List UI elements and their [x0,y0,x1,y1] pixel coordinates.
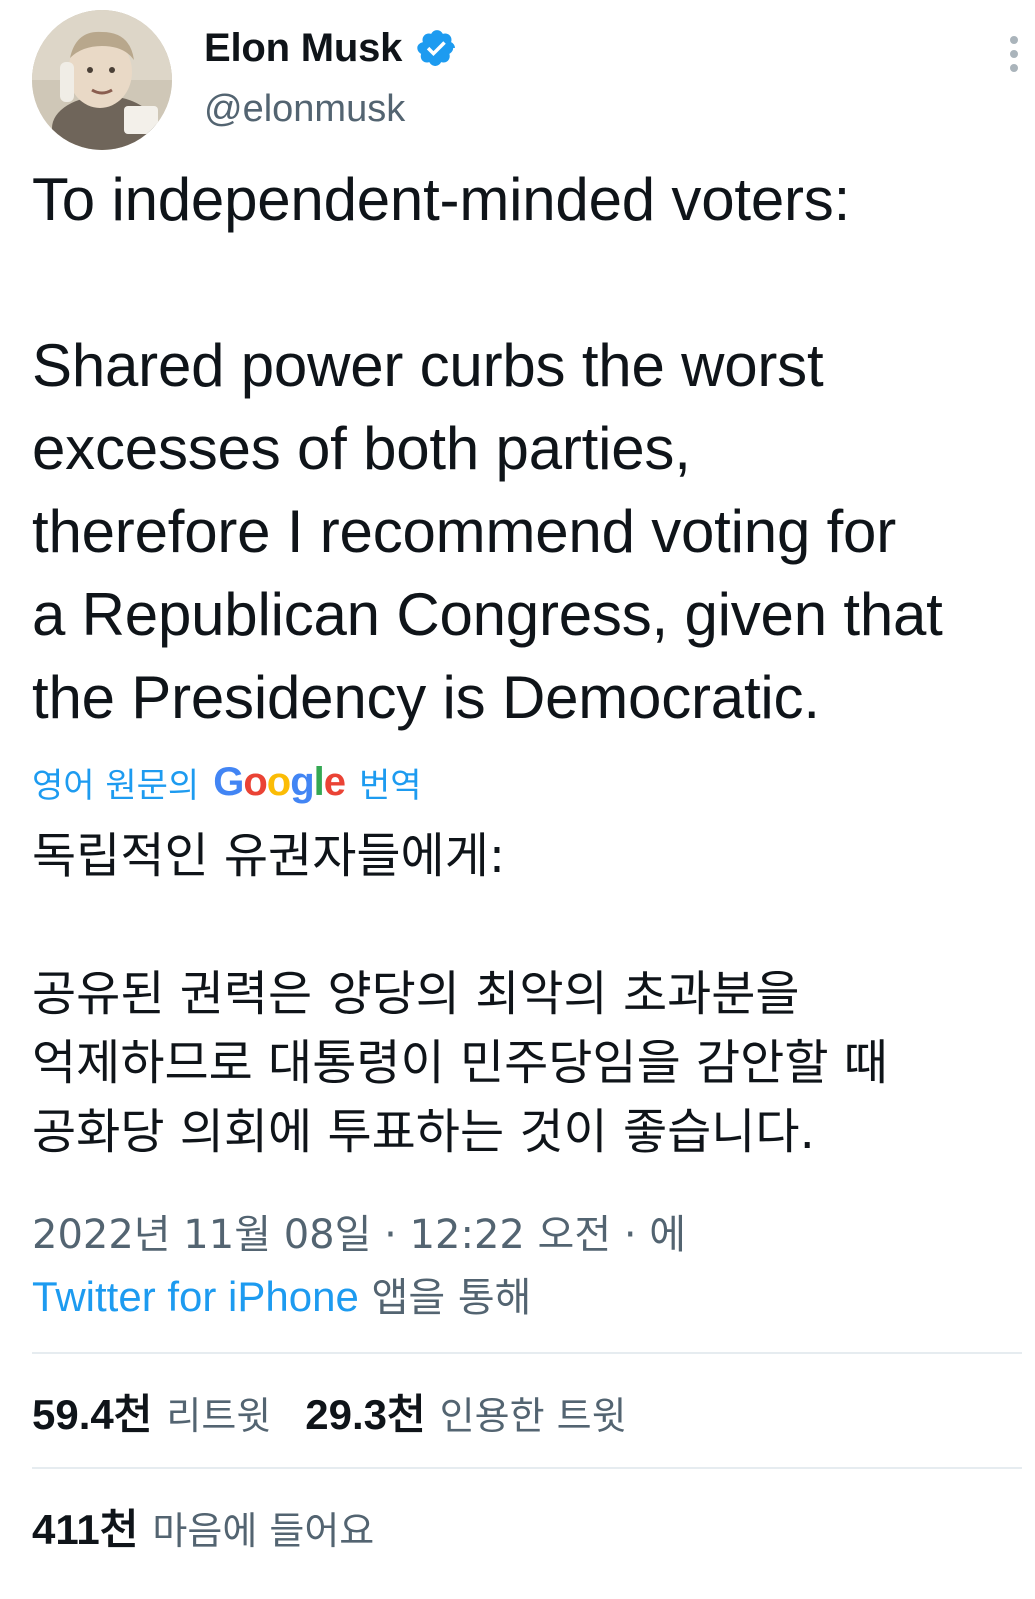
translation-suffix: 번역 [359,765,422,806]
retweets-stat[interactable]: 59.4천 리트윗 [32,1381,271,1442]
quotes-count: 29.3천 [305,1390,426,1438]
tweet-timestamp[interactable]: 2022년 11월 08일 · 12:22 오전 · 에 [32,1204,1022,1266]
author-names: Elon Musk @elonmusk [204,24,458,131]
tweet-header: Elon Musk @elonmusk [32,10,1022,150]
avatar-photo [32,10,172,150]
tweet-source-row: Twitter for iPhone 앱을 통해 [32,1266,1022,1329]
stats-row-retweets: 59.4천 리트윗 29.3천 인용한 트윗 [32,1381,661,1441]
divider [32,1352,1022,1354]
translation-prefix: 영어 원문의 [32,765,200,806]
tweet-source-suffix: 앱을 통해 [371,1275,532,1321]
author-handle[interactable]: @elonmusk [204,88,458,131]
verified-badge-icon [416,27,458,69]
quotes-label: 인용한 트윗 [439,1393,627,1438]
retweets-label: 리트윗 [166,1393,272,1438]
likes-count: 411천 [32,1505,139,1553]
avatar[interactable] [32,10,172,150]
likes-stat[interactable]: 411천 마음에 들어요 [32,1496,374,1557]
tweet-detail: Elon Musk @elonmusk To independent-minde… [0,0,1035,1599]
tweet-text: To independent-minded voters: Shared pow… [32,166,943,731]
display-name-row: Elon Musk [204,24,458,72]
tweet-source-link[interactable]: Twitter for iPhone [32,1273,359,1320]
tweet-meta: 2022년 11월 08일 · 12:22 오전 · 에 Twitter for… [32,1204,1022,1329]
retweets-count: 59.4천 [32,1390,153,1438]
author-display-name[interactable]: Elon Musk [204,26,402,71]
translation-attribution[interactable]: 영어 원문의 Google 번역 [32,756,422,808]
translated-text: 독립적인 유권자들에게: 공유된 권력은 양당의 최악의 초과분을 억제하므로 … [32,828,888,1160]
google-logo: Google [213,759,346,804]
quotes-stat[interactable]: 29.3천 인용한 트윗 [305,1381,626,1442]
divider [32,1467,1022,1469]
stats-row-likes: 411천 마음에 들어요 [32,1496,408,1556]
more-options-icon[interactable] [1008,36,1020,80]
likes-label: 마음에 들어요 [152,1508,375,1553]
